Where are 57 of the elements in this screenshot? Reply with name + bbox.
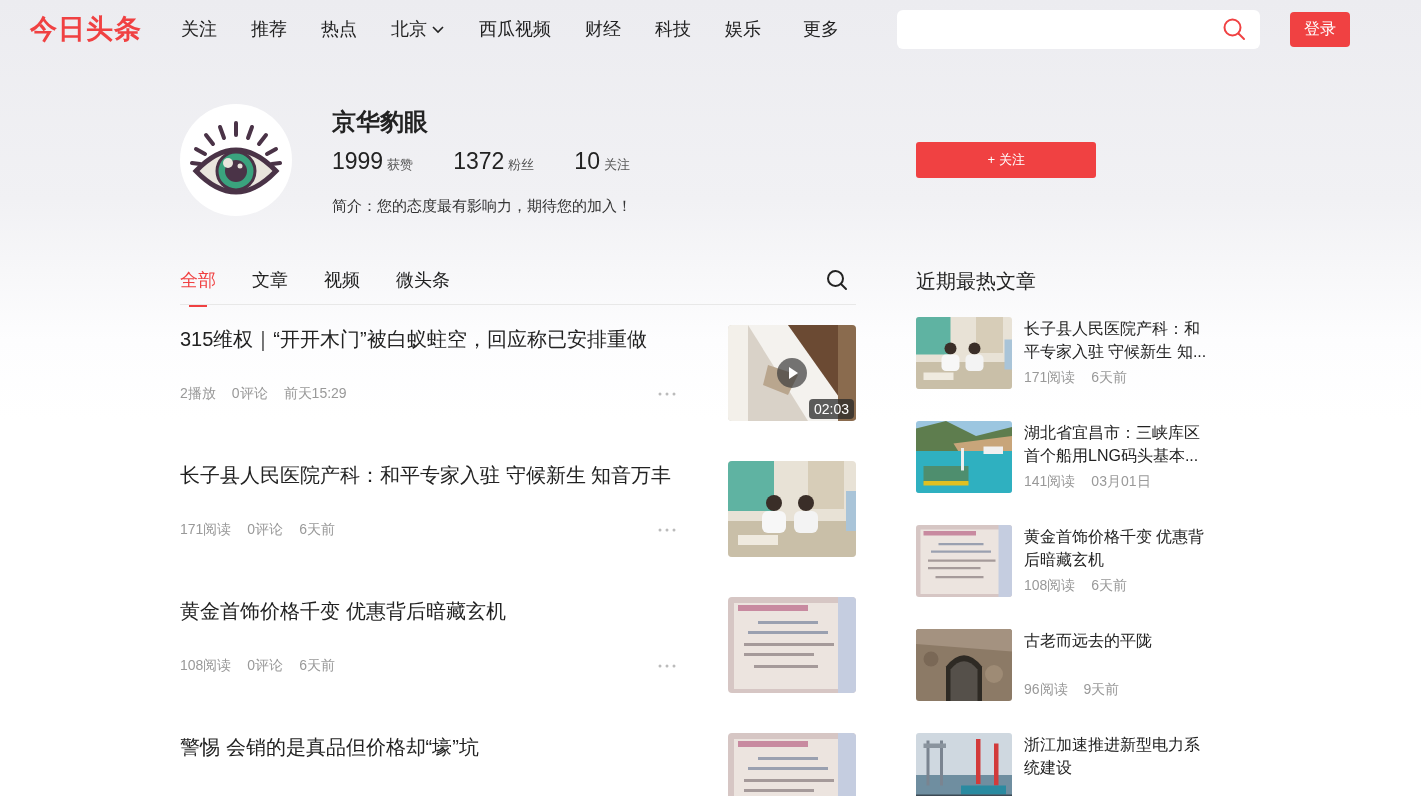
- profile-bio: 简介：您的态度最有影响力，期待您的加入！: [332, 197, 632, 216]
- nav-link[interactable]: 财经: [574, 17, 632, 41]
- nav-link[interactable]: 推荐: [240, 17, 298, 41]
- article-title[interactable]: 黄金首饰价格千变 优惠背后暗藏玄机: [180, 597, 676, 625]
- article-title[interactable]: 长子县人民医院产科：和平专家入驻 守候新生 知音万丰: [180, 461, 676, 489]
- stat-value: 1999: [332, 148, 384, 175]
- tab[interactable]: 视频: [324, 254, 360, 305]
- article-time: 6天前: [1091, 369, 1128, 387]
- article-meta: 6天前: [299, 521, 335, 539]
- search-field[interactable]: [897, 9, 1260, 49]
- article-meta: 2播放: [180, 385, 216, 403]
- play-icon[interactable]: [777, 358, 807, 388]
- article-time: 9天前: [1083, 681, 1120, 699]
- article-title[interactable]: 315维权｜“开开木门”被白蚁蛀空，回应称已安排重做: [180, 325, 676, 353]
- stat-label: 关注: [603, 156, 630, 174]
- nav-link[interactable]: 关注: [170, 17, 228, 41]
- more-icon[interactable]: [658, 664, 676, 668]
- article-title[interactable]: 湖北省宜昌市：三峡库区首个船用LNG码头基本...: [1024, 421, 1210, 467]
- tab[interactable]: 微头条: [396, 254, 450, 305]
- section-title: 近期最热文章: [916, 268, 1037, 294]
- login-button[interactable]: 登录: [1290, 11, 1350, 47]
- article-title[interactable]: 浙江加速推进新型电力系统建设: [1024, 733, 1210, 779]
- article-time: 6天前: [1091, 577, 1128, 595]
- follow-button[interactable]: + 关注: [916, 142, 1096, 178]
- article-time: 03月01日: [1091, 473, 1151, 491]
- nav-link[interactable]: 西瓜视频: [468, 17, 562, 41]
- profile-name: 京华豹眼: [332, 107, 429, 137]
- stat-value: 1372: [453, 148, 505, 175]
- stat-value: 10: [574, 148, 600, 175]
- read-count: 96阅读: [1024, 681, 1068, 699]
- nav-link[interactable]: 北京: [380, 17, 456, 41]
- read-count: 171阅读: [1024, 369, 1076, 387]
- article-meta: 0评论: [231, 385, 268, 403]
- search-icon[interactable]: [826, 268, 848, 291]
- more-icon[interactable]: [658, 528, 676, 532]
- article-title[interactable]: 长子县人民医院产科：和平专家入驻 守候新生 知...: [1024, 317, 1210, 363]
- nav-link[interactable]: 热点: [310, 17, 368, 41]
- read-count: 141阅读: [1024, 473, 1076, 491]
- more-icon[interactable]: [658, 392, 676, 396]
- read-count: 108阅读: [1024, 577, 1076, 595]
- article-meta: 0评论: [247, 657, 284, 675]
- nav-link[interactable]: 科技: [644, 17, 702, 41]
- article-title[interactable]: 黄金首饰价格千变 优惠背后暗藏玄机: [1024, 525, 1210, 571]
- tab[interactable]: 全部: [180, 254, 216, 305]
- article-title[interactable]: 警惕 会销的是真品但价格却“壕”坑: [180, 733, 676, 761]
- nav-link[interactable]: 更多: [792, 17, 850, 41]
- article-meta: 6天前: [299, 657, 335, 675]
- article-title[interactable]: 古老而远去的平陇: [1024, 629, 1210, 675]
- stat-label: 获赞: [387, 156, 414, 174]
- article-meta: 108阅读: [180, 657, 232, 675]
- tab[interactable]: 文章: [252, 254, 288, 305]
- video-duration: 02:03: [808, 399, 854, 419]
- article-meta: 0评论: [247, 521, 284, 539]
- nav-link[interactable]: 娱乐: [714, 17, 772, 41]
- article-meta: 前天15:29: [283, 385, 347, 403]
- stat-label: 粉丝: [508, 156, 535, 174]
- article-meta: 171阅读: [180, 521, 232, 539]
